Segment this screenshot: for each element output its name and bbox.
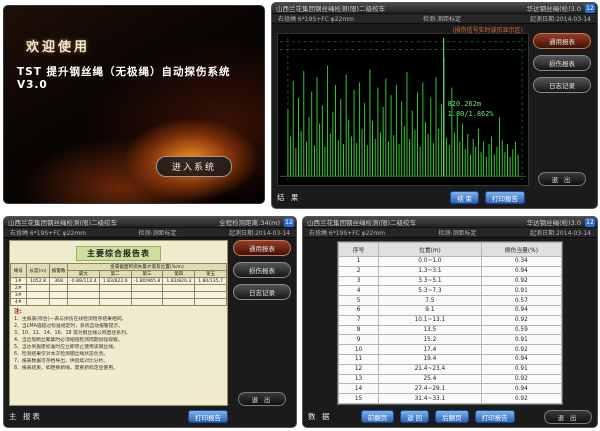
measure-mode: 检测:测距标定 xyxy=(439,228,477,237)
table-row[interactable]: 1221.4~23.40.91 xyxy=(339,364,562,374)
table-row[interactable]: 1427.4~29.10.94 xyxy=(339,384,562,394)
subtitle-bar: 右捻绳 6*19S+FC φ22mm 检测:测距标定 起测日期:2014-03-… xyxy=(272,14,597,24)
table-row: 2# xyxy=(11,285,227,292)
note-line: 7、报表数据可存档导出，供后续对比分析。 xyxy=(14,359,223,366)
table-row[interactable]: 33.3~5.10.92 xyxy=(339,276,562,286)
table-row[interactable]: 1119.40.94 xyxy=(339,354,562,364)
titlebar-left-text: 山西兰花集团钢丝绳检测(限)二级绞车 xyxy=(276,3,385,13)
welcome-text: 欢迎使用 xyxy=(26,36,90,55)
table-row[interactable]: 69.10.94 xyxy=(339,305,562,315)
note-line: 5、当达到报废标准时应立即停止使用该钢丝绳。 xyxy=(14,345,223,352)
subtitle-bar: 右捻绳 6*19S+FC φ22mm 检测:测距标定 起测日期:2014-03-… xyxy=(4,228,296,238)
blue-badge[interactable]: 12 xyxy=(585,4,595,13)
cursor-value-label: 1.80/1.862% xyxy=(448,110,495,118)
note-line: 2、当LMA值超过标准规定时，系统自动报警提示。 xyxy=(14,324,223,331)
titlebar: 山西兰花集团钢丝绳检测(限)二级绞车 华达钢丝绳(检)3.0 xyxy=(303,217,597,228)
finish-button[interactable]: 结 束 xyxy=(450,191,479,204)
data-window: 山西兰花集团钢丝绳检测(限)二级绞车 华达钢丝绳(检)3.0 12 右捻绳 6*… xyxy=(302,216,598,428)
table-row[interactable]: 813.50.59 xyxy=(339,325,562,335)
main-report-label: 主 报表 xyxy=(9,411,42,422)
titlebar-right-text: 华达钢丝绳(检)3.0 xyxy=(527,217,581,227)
app-title: TST 提升钢丝绳（无极绳）自动探伤系统 V3.0 xyxy=(17,64,264,91)
blue-badge[interactable]: 12 xyxy=(284,218,294,227)
report-panel-title: 主要综合报告表 xyxy=(76,246,161,261)
damage-data-table: 序号 位置(m) 损伤当量(%) 10.0~1.00.34 21.3~3.10.… xyxy=(338,242,562,404)
titlebar: 山西兰花集团钢丝绳检测(限)二级绞车 华达钢丝绳(检)3.0 xyxy=(272,3,597,14)
table-row: 1# 1052.8 368 -0.88/112.4 1.83/822.6 -1.… xyxy=(11,278,227,285)
titlebar-left-text: 山西兰花集团钢丝绳检测(限)二级绞车 xyxy=(8,217,117,227)
side-button-column: 通用报表 损伤报表 日志记录 退 出 xyxy=(232,240,292,406)
summary-report-table: 绳号 长度(m) 报警数 金属截面积损失最大值及位置(%/m) 最大 第二 第三… xyxy=(10,263,227,306)
report-notes: 注: 1、主报表(综合)一表与损伤在线检测程序结果相同。 2、当LMA值超过标准… xyxy=(10,306,227,373)
table-row[interactable]: 1531.4~33.10.92 xyxy=(339,394,562,404)
detection-window: 山西兰花集团钢丝绳检测(限)二级绞车 华达钢丝绳(检)3.0 12 右捻绳 6*… xyxy=(271,2,598,209)
bottom-strip: 数 据 前翻页 返 回 后翻页 打印报告 退 出 xyxy=(308,409,592,424)
table-row[interactable]: 10.0~1.00.34 xyxy=(339,257,562,267)
start-date: 起测日期:2014-03-14 xyxy=(229,228,290,237)
titlebar-left-text: 山西兰花集团钢丝绳检测(限)二级绞车 xyxy=(307,217,416,227)
table-row[interactable]: 1325.40.92 xyxy=(339,374,562,384)
next-page-button[interactable]: 后翻页 xyxy=(435,410,469,423)
rope-spec: 右捻绳 6*19S+FC φ22mm xyxy=(10,228,86,237)
table-row[interactable]: 57.50.57 xyxy=(339,296,562,306)
data-label: 数 据 xyxy=(308,411,331,422)
note-line: 6、检测结果仅对本次检测钢丝绳状态负责。 xyxy=(14,352,223,359)
note-line: 3、10、12、14、16、18 等为钢丝绳公称直径系列。 xyxy=(14,331,223,338)
measure-mode: 检测:测距标定 xyxy=(139,228,177,237)
side-button-column: 通用报表 损伤报表 日志记录 退 出 xyxy=(531,33,593,186)
note-line: 4、当出现断丝聚集时必须缩短检测周期加强观察。 xyxy=(14,338,223,345)
table-row[interactable]: 45.3~7.30.91 xyxy=(339,286,562,296)
table-row[interactable]: 21.3~3.10.94 xyxy=(339,266,562,276)
rope-spec: 右捻绳 6*19S+FC φ22mm xyxy=(309,228,385,237)
measure-mode: 检测:测距标定 xyxy=(423,14,461,23)
screenshot-canvas: 欢迎使用 TST 提升钢丝绳（无极绳）自动探伤系统 V3.0 进入系统 山西兰花… xyxy=(0,0,600,431)
titlebar-right-text: 华达钢丝绳(检)3.0 xyxy=(527,3,581,13)
print-report-button[interactable]: 打印报告 xyxy=(188,410,228,423)
exit-button[interactable]: 退 出 xyxy=(544,410,592,424)
table-row: 4# xyxy=(11,299,227,306)
waveform-svg: 820.262m 1.80/1.862% xyxy=(278,34,528,185)
side-button-general-report[interactable]: 通用报表 xyxy=(533,33,591,49)
note-line: 8、报表结束，如更换新绳，需重新标定后使用。 xyxy=(14,366,223,373)
side-button-log[interactable]: 日志记录 xyxy=(533,77,591,93)
back-button[interactable]: 返 回 xyxy=(400,410,429,423)
cursor-distance-label: 820.262m xyxy=(448,100,481,108)
blue-badge[interactable]: 12 xyxy=(585,218,595,227)
print-report-button[interactable]: 打印报告 xyxy=(475,410,515,423)
table-header-row: 序号 位置(m) 损伤当量(%) xyxy=(339,243,562,257)
table-header-row: 绳号 长度(m) 报警数 金属截面积损失最大值及位置(%/m) xyxy=(11,264,227,271)
titlebar-right-text: 全程检测距离:34(m) xyxy=(219,217,280,227)
table-row[interactable]: 1017.40.92 xyxy=(339,345,562,355)
waveform-chart: 820.262m 1.80/1.862% xyxy=(277,33,529,186)
exit-button[interactable]: 退 出 xyxy=(238,392,286,406)
prev-page-button[interactable]: 前翻页 xyxy=(361,410,395,423)
side-button-damage-report[interactable]: 损伤报表 xyxy=(533,55,591,71)
side-button-damage-report[interactable]: 损伤报表 xyxy=(233,262,291,278)
report-window: 山西兰花集团钢丝绳检测(限)二级绞车 全程检测距离:34(m) 12 右捻绳 6… xyxy=(3,216,297,428)
subtitle-bar: 右捻绳 6*19S+FC φ22mm 检测:测距标定 起测日期:2014-03-… xyxy=(303,228,597,238)
exit-button[interactable]: 退 出 xyxy=(538,172,586,186)
data-table-panel: 序号 位置(m) 损伤当量(%) 10.0~1.00.34 21.3~3.10.… xyxy=(337,241,563,405)
start-date: 起测日期:2014-03-14 xyxy=(530,14,591,23)
side-button-log[interactable]: 日志记录 xyxy=(233,284,291,300)
side-button-general-report[interactable]: 通用报表 xyxy=(233,240,291,256)
bottom-strip: 结 果 结 束 打印报告 xyxy=(277,190,525,205)
bottom-strip: 主 报表 打印报告 xyxy=(9,409,228,424)
splash-window: 欢迎使用 TST 提升钢丝绳（无极绳）自动探伤系统 V3.0 进入系统 xyxy=(3,5,265,204)
start-date: 起测日期:2014-03-14 xyxy=(530,228,591,237)
titlebar: 山西兰花集团钢丝绳检测(限)二级绞车 全程检测距离:34(m) xyxy=(4,217,296,228)
enter-system-button[interactable]: 进入系统 xyxy=(156,156,232,177)
notes-title: 注: xyxy=(14,309,22,315)
table-row: 3# xyxy=(11,292,227,299)
note-line: 1、主报表(综合)一表与损伤在线检测程序结果相同。 xyxy=(14,317,223,324)
result-label: 结 果 xyxy=(277,192,300,203)
table-row[interactable]: 915.20.91 xyxy=(339,335,562,345)
table-row[interactable]: 710.1~13.10.92 xyxy=(339,315,562,325)
report-panel: 主要综合报告表 绳号 长度(m) 报警数 金属截面积损失最大值及位置(%/m) … xyxy=(9,240,228,406)
print-report-button[interactable]: 打印报告 xyxy=(485,191,525,204)
rope-spec: 右捻绳 6*19S+FC φ22mm xyxy=(278,14,354,23)
